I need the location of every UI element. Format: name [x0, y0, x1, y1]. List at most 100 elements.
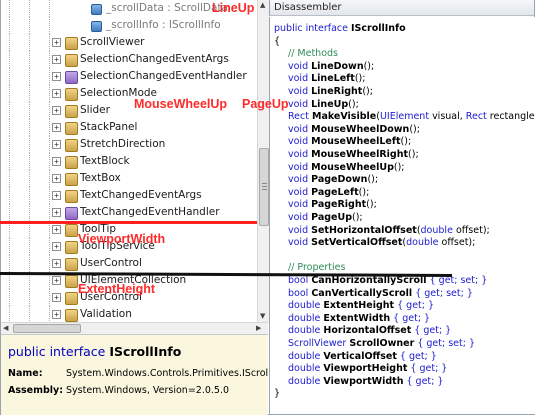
- declaration-name: IScrollInfo: [109, 344, 182, 359]
- code-line: {: [274, 36, 280, 48]
- field-icon: [91, 4, 102, 15]
- tree-guide-line: [49, 153, 50, 170]
- expand-icon[interactable]: +: [52, 276, 61, 285]
- tree-guide-line: [29, 306, 30, 322]
- member-name[interactable]: HorizontalOffset: [323, 325, 411, 336]
- code-line: void PageUp();: [288, 212, 363, 224]
- expand-icon[interactable]: +: [52, 106, 61, 115]
- tree-horizontal-scroll-thumb[interactable]: [13, 324, 81, 333]
- member-name[interactable]: SetVerticalOffset: [311, 237, 402, 248]
- expand-icon[interactable]: +: [52, 55, 61, 64]
- member-name[interactable]: MakeVisible: [312, 111, 376, 122]
- member-name[interactable]: LineUp: [311, 99, 348, 110]
- member-name[interactable]: MouseWheelDown: [311, 124, 409, 135]
- tree-guide-line: [9, 85, 10, 102]
- scroll-up-icon[interactable]: ▲: [260, 0, 265, 10]
- member-name[interactable]: VerticalOffset: [323, 351, 396, 362]
- tree-guide-line: [9, 0, 10, 17]
- member-name[interactable]: PageDown: [311, 174, 367, 185]
- tree-row[interactable]: + TextBox: [1, 170, 257, 187]
- tree-row[interactable]: + ScrollViewer: [1, 34, 257, 51]
- tree-row[interactable]: + UserControl: [1, 255, 257, 272]
- tree-row[interactable]: + SelectionChangedEventHandler: [1, 68, 257, 85]
- code-keyword: void: [288, 60, 312, 72]
- code-line: void PageLeft();: [288, 187, 369, 199]
- expand-icon[interactable]: +: [52, 123, 61, 132]
- member-name[interactable]: CanVerticallyScroll: [311, 288, 412, 299]
- scroll-right-icon[interactable]: ▶: [256, 323, 261, 333]
- member-name[interactable]: MouseWheelLeft: [311, 136, 400, 147]
- member-name[interactable]: LineLeft: [311, 73, 355, 84]
- member-name[interactable]: MouseWheelRight: [311, 149, 408, 160]
- tree-row[interactable]: + TextChangedEventArgs: [1, 187, 257, 204]
- member-name[interactable]: ExtentWidth: [323, 313, 390, 324]
- member-name[interactable]: LineDown: [311, 61, 363, 72]
- member-name[interactable]: SetHorizontalOffset: [311, 225, 417, 236]
- tree-guide-line: [49, 187, 50, 204]
- expand-icon[interactable]: +: [52, 310, 61, 319]
- annotation-page-up: PageUp: [242, 97, 289, 111]
- assembly-label: Assembly:: [8, 385, 64, 396]
- class-icon: [65, 224, 78, 237]
- expand-icon[interactable]: +: [52, 242, 61, 251]
- tree-row-label: StretchDirection: [80, 138, 166, 150]
- member-name[interactable]: LineRight: [311, 86, 362, 97]
- class-icon: [65, 275, 78, 288]
- member-name[interactable]: MouseWheelUp: [311, 162, 394, 173]
- code-keyword: Rect: [288, 111, 312, 123]
- member-name[interactable]: ViewportHeight: [323, 363, 407, 374]
- code-keyword: ScrollViewer: [288, 338, 350, 349]
- tree-row-label: ScrollViewer: [80, 36, 145, 48]
- member-name[interactable]: PageLeft: [311, 187, 359, 198]
- name-value: System.Windows.Controls.Primitives.IScro…: [66, 368, 280, 379]
- tree-guide-line: [9, 68, 10, 85]
- member-name[interactable]: IScrollInfo: [351, 23, 406, 34]
- scroll-left-icon[interactable]: ◀: [3, 323, 8, 333]
- expand-icon[interactable]: +: [52, 293, 61, 302]
- code-text: ();: [409, 123, 420, 135]
- tree-guide-line: [29, 136, 30, 153]
- code-line: void SetHorizontalOffset(double offset);: [288, 225, 490, 237]
- expand-icon[interactable]: +: [52, 174, 61, 183]
- class-icon: [65, 258, 78, 271]
- disassembler-code[interactable]: public interface IScrollInfo{// Methods v…: [269, 17, 535, 414]
- code-text: {: [274, 35, 281, 47]
- tree-row-label: Validation: [80, 308, 132, 320]
- tree-row-label: TextBlock: [80, 155, 130, 167]
- expand-icon[interactable]: +: [52, 191, 61, 200]
- tree-row[interactable]: + StretchDirection: [1, 136, 257, 153]
- tree-row[interactable]: + TextChangedEventHandler: [1, 204, 257, 221]
- code-keyword: bool: [288, 275, 312, 286]
- expand-icon[interactable]: +: [52, 89, 61, 98]
- expand-icon[interactable]: +: [52, 38, 61, 47]
- expand-icon[interactable]: +: [52, 208, 61, 217]
- scroll-down-icon[interactable]: ▼: [260, 311, 265, 321]
- tree-row[interactable]: + SelectionChangedEventArgs: [1, 51, 257, 68]
- member-name[interactable]: PageUp: [311, 212, 352, 223]
- tree-guide-line: [29, 170, 30, 187]
- expand-icon[interactable]: +: [52, 259, 61, 268]
- member-name[interactable]: PageRight: [311, 199, 366, 210]
- member-name[interactable]: ViewportWidth: [323, 376, 403, 387]
- tree-horizontal-scrollbar[interactable]: ◀ ▶: [1, 322, 268, 334]
- code-text: ();: [354, 73, 366, 85]
- tree-row[interactable]: + TextBlock: [1, 153, 257, 170]
- code-comment: // Methods: [288, 48, 339, 60]
- code-keyword: { get; }: [396, 350, 437, 362]
- code-keyword: void: [288, 186, 312, 198]
- member-name[interactable]: ExtentHeight: [323, 300, 394, 311]
- expand-icon[interactable]: +: [52, 140, 61, 149]
- member-name[interactable]: ScrollOwner: [349, 338, 414, 349]
- code-line: double ViewportHeight { get; }: [288, 363, 447, 375]
- expand-icon[interactable]: +: [52, 225, 61, 234]
- tree-vertical-scroll-thumb[interactable]: [259, 148, 269, 226]
- code-line: void LineLeft();: [288, 73, 365, 85]
- tree-guide-line: [49, 306, 50, 322]
- tree-row[interactable]: _scrollInfo : IScrollInfo: [1, 17, 257, 34]
- expand-icon[interactable]: +: [52, 157, 61, 166]
- tree-guide-line: [49, 68, 50, 85]
- expand-icon[interactable]: +: [52, 72, 61, 81]
- tree-row[interactable]: + StackPanel: [1, 119, 257, 136]
- tree-row[interactable]: + Validation: [1, 306, 257, 322]
- code-keyword: double: [288, 363, 324, 375]
